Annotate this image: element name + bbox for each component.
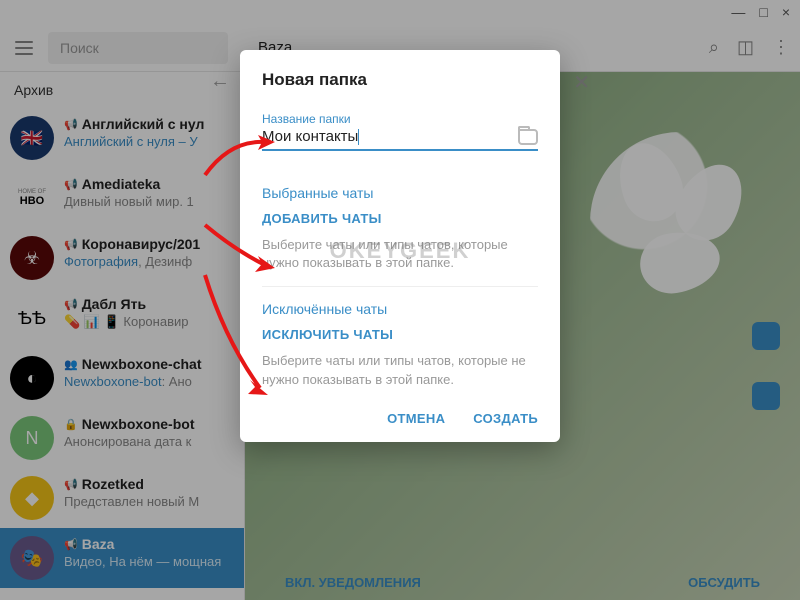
dialog-title: Новая папка: [262, 70, 538, 90]
section-header: Исключённые чаты: [262, 301, 538, 317]
new-folder-dialog: ← ✕ Новая папка Название папки Мои конта…: [240, 50, 560, 442]
folder-name-input[interactable]: Мои контакты: [262, 128, 518, 145]
folder-name-label: Название папки: [262, 112, 538, 126]
folder-icon[interactable]: [518, 129, 538, 145]
cancel-button[interactable]: ОТМЕНА: [387, 411, 445, 426]
create-button[interactable]: СОЗДАТЬ: [473, 411, 538, 426]
section-header: Выбранные чаты: [262, 185, 538, 201]
add-chats-button[interactable]: ДОБАВИТЬ ЧАТЫ: [262, 211, 538, 226]
back-icon[interactable]: ←: [210, 70, 230, 93]
close-icon[interactable]: ✕: [573, 70, 590, 95]
modal-overlay: ← ✕ Новая папка Название папки Мои конта…: [0, 0, 800, 600]
section-hint: Выберите чаты или типы чатов, которые не…: [262, 352, 538, 388]
exclude-chats-button[interactable]: ИСКЛЮЧИТЬ ЧАТЫ: [262, 327, 538, 342]
section-hint: Выберите чаты или типы чатов, которые ну…: [262, 236, 538, 272]
